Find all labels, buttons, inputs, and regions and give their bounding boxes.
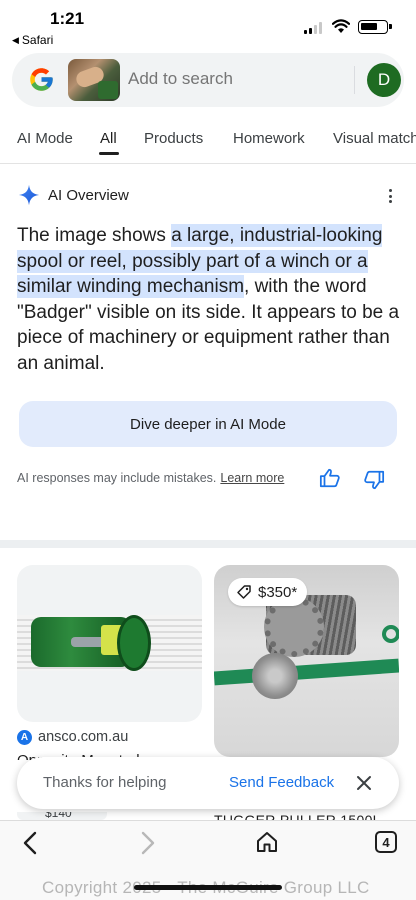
search-input[interactable]	[128, 69, 328, 89]
search-tabs: AI Mode All Products Homework Visual mat…	[0, 120, 416, 164]
back-arrow-icon[interactable]	[20, 831, 40, 855]
google-logo-icon[interactable]	[28, 66, 55, 93]
tab-all[interactable]: All	[100, 130, 117, 147]
close-icon[interactable]	[355, 774, 373, 792]
back-app-label: Safari	[21, 33, 54, 47]
ai-text-before: The image shows	[17, 225, 172, 246]
result-image-left[interactable]	[17, 565, 202, 722]
tab-ai-mode[interactable]: AI Mode	[17, 130, 73, 147]
status-time: 1:21	[50, 9, 85, 28]
search-divider	[354, 66, 355, 94]
toast-message: Thanks for helping	[43, 774, 167, 791]
section-separator	[0, 540, 416, 548]
site-favicon-icon: A	[17, 729, 32, 745]
result-source-left[interactable]: A ansco.com.au	[17, 729, 128, 745]
status-bar: 1:21 ◀ Safari	[0, 0, 416, 48]
tab-visual-matches[interactable]: Visual matches	[333, 130, 416, 147]
back-to-app-link[interactable]: ◀ Safari	[12, 33, 53, 47]
forward-arrow-icon[interactable]	[138, 831, 158, 855]
result-badge-left: $140	[17, 812, 107, 820]
price-value: $350*	[258, 583, 298, 601]
learn-more-link[interactable]: Learn more	[220, 471, 284, 485]
back-triangle-icon: ◀	[12, 34, 19, 45]
home-indicator[interactable]	[134, 885, 282, 890]
price-badge: $350*	[228, 578, 308, 606]
battery-icon	[358, 20, 392, 34]
price-tag-icon	[237, 585, 251, 599]
more-options-icon[interactable]	[383, 187, 397, 205]
ai-overview-title: AI Overview	[48, 186, 129, 204]
account-avatar[interactable]: D	[367, 63, 401, 97]
ai-overview-header: AI Overview	[18, 184, 129, 206]
tab-products[interactable]: Products	[144, 130, 203, 147]
ai-overview-text: The image shows a large, industrial-look…	[17, 223, 402, 376]
ai-sparkle-icon	[18, 184, 40, 206]
tab-switcher-button[interactable]: 4	[375, 831, 397, 853]
cellular-signal-icon	[304, 22, 322, 34]
thumbs-up-icon[interactable]	[319, 467, 341, 489]
tab-homework[interactable]: Homework	[233, 130, 305, 147]
source-domain: ansco.com.au	[38, 729, 129, 745]
home-icon[interactable]	[255, 830, 279, 854]
active-tab-indicator	[99, 152, 119, 155]
query-image-thumbnail[interactable]	[68, 59, 120, 101]
ai-disclaimer: AI responses may include mistakes. Learn …	[17, 471, 284, 485]
search-bar: D	[12, 53, 404, 107]
wifi-icon	[332, 19, 350, 33]
send-feedback-button[interactable]: Send Feedback	[229, 774, 334, 791]
feedback-toast: Thanks for helping Send Feedback	[17, 757, 399, 809]
dive-deeper-button[interactable]: Dive deeper in AI Mode	[19, 401, 397, 447]
disclaimer-text: AI responses may include mistakes.	[17, 471, 217, 485]
thumbs-down-icon[interactable]	[363, 469, 385, 491]
